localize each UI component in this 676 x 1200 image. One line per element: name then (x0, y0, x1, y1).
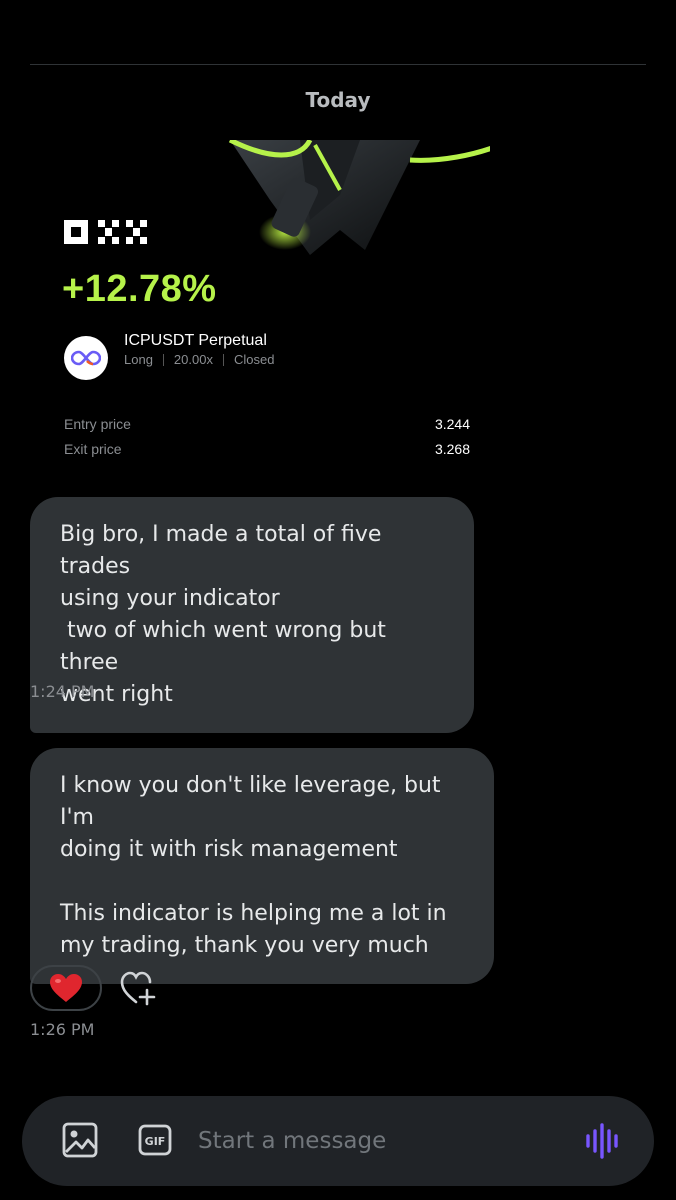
message-composer: GIF (22, 1096, 654, 1186)
okx-logo-icon (64, 220, 147, 244)
gif-icon[interactable]: GIF (138, 1124, 172, 1156)
message-timestamp: 1:24 PM (30, 682, 95, 701)
pnl-percentage: +12.78% (62, 268, 217, 310)
pair-meta: Long 20.00x Closed (124, 352, 274, 367)
pair-name: ICPUSDT Perpetual (124, 332, 267, 349)
leverage: 20.00x (173, 352, 213, 367)
date-separator: Today (305, 88, 371, 112)
meta-divider (162, 353, 164, 366)
exit-price-label: Exit price (64, 441, 122, 457)
entry-price-label: Entry price (64, 416, 131, 432)
message-bubble[interactable]: Big bro, I made a total of five trades u… (30, 497, 474, 733)
gif-label: GIF (145, 1135, 166, 1148)
exit-price-value: 3.268 (434, 441, 470, 457)
image-icon[interactable] (62, 1122, 98, 1158)
top-divider (30, 64, 646, 65)
message-bubble[interactable]: I know you don't like leverage, but I'm … (30, 748, 494, 984)
add-reaction-icon[interactable] (118, 968, 162, 1008)
position-status: Closed (233, 352, 275, 367)
entry-price-value: 3.244 (434, 416, 470, 432)
meta-divider (222, 353, 224, 366)
exit-price-row: Exit price 3.268 (64, 441, 470, 457)
entry-price-row: Entry price 3.244 (64, 416, 470, 432)
voice-icon[interactable] (584, 1122, 622, 1160)
icp-token-icon (64, 336, 108, 380)
message-timestamp: 1:26 PM (30, 1020, 95, 1039)
position-side: Long (124, 352, 153, 367)
rocket-artwork-icon (228, 140, 490, 255)
heart-emoji-icon (50, 974, 82, 1002)
message-input[interactable] (198, 1118, 568, 1164)
heart-reaction[interactable] (30, 965, 102, 1011)
trade-share-card[interactable]: +12.78% ICPUSDT Perpetual Long 20.00x Cl… (30, 140, 490, 480)
